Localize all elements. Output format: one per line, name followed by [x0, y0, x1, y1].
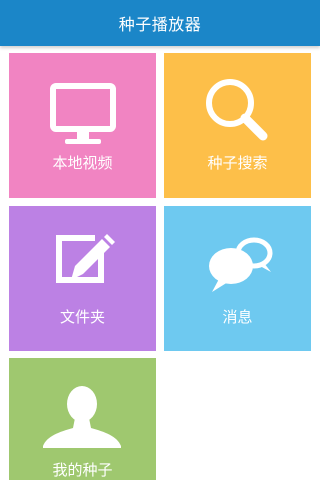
edit-pencil-icon	[56, 234, 115, 283]
chat-bubbles-icon	[209, 237, 273, 292]
title-bar: 种子播放器	[0, 0, 320, 46]
monitor-icon	[50, 83, 116, 144]
tile-seed-search-label: 种子搜索	[207, 154, 268, 172]
tile-messages[interactable]: 消息	[164, 206, 311, 351]
tile-folder-label: 文件夹	[59, 308, 105, 326]
tile-my-seeds-label: 我的种子	[52, 461, 113, 479]
tile-messages-label: 消息	[222, 308, 253, 326]
tile-folder[interactable]: 文件夹	[9, 206, 156, 351]
tile-seed-search[interactable]: 种子搜索	[164, 53, 311, 198]
person-icon	[43, 386, 121, 448]
tile-my-seeds[interactable]: 我的种子	[9, 358, 156, 480]
tile-local-video-label: 本地视频	[52, 154, 113, 172]
app-title: 种子播放器	[118, 15, 202, 34]
tile-local-video[interactable]: 本地视频	[9, 53, 156, 198]
magnifier-icon	[206, 79, 268, 141]
